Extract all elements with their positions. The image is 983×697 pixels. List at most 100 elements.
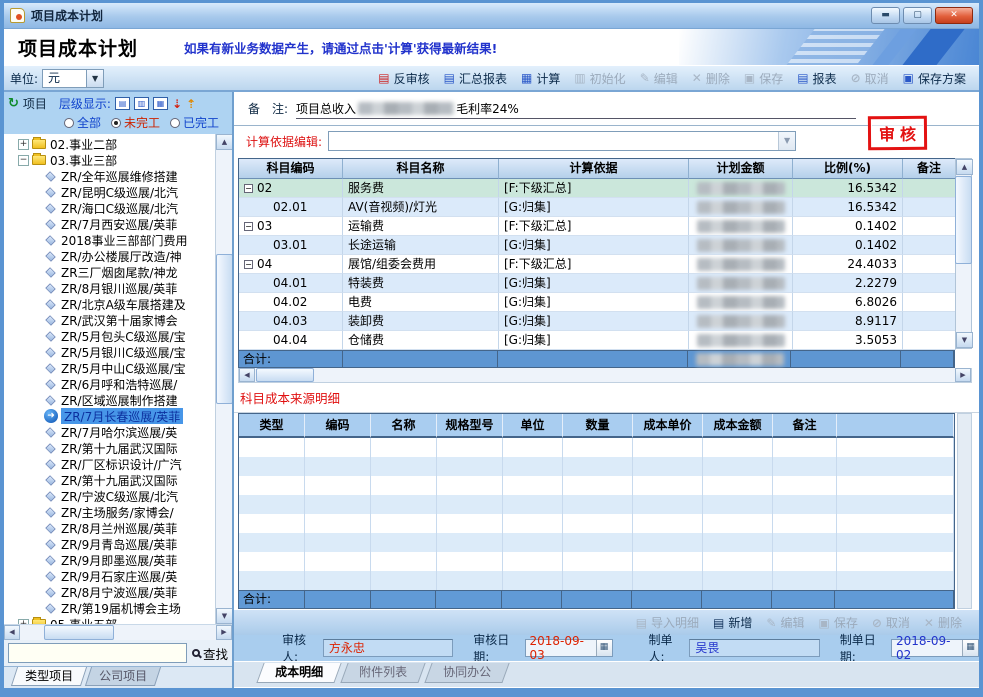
empty-cell[interactable] <box>703 571 773 590</box>
report-button[interactable]: ▤报表 <box>790 68 843 89</box>
tree-folder[interactable]: +02.事业二部 <box>4 136 215 152</box>
empty-cell[interactable] <box>305 438 371 457</box>
tree-item[interactable]: ZR/6月呼和浩特巡展/ <box>4 376 215 392</box>
maximize-button[interactable]: ▢ <box>903 7 932 24</box>
cell-code[interactable]: 04.04 <box>239 331 343 350</box>
close-button[interactable]: ✕ <box>935 7 973 24</box>
empty-cell[interactable] <box>503 457 563 476</box>
scrollbar-thumb[interactable] <box>955 176 972 264</box>
column-header[interactable]: 编码 <box>305 414 371 438</box>
level-view-2-icon[interactable]: ▥ <box>134 97 149 110</box>
empty-cell[interactable] <box>239 476 305 495</box>
collapse-icon[interactable]: − <box>244 184 253 193</box>
calculate-button[interactable]: ▦计算 <box>514 68 567 89</box>
empty-cell[interactable] <box>703 438 773 457</box>
empty-cell[interactable] <box>837 533 954 552</box>
cell-code[interactable]: 02.01 <box>239 198 343 217</box>
column-header[interactable]: 单位 <box>503 414 563 438</box>
empty-cell[interactable] <box>371 552 437 571</box>
empty-cell[interactable] <box>837 457 954 476</box>
search-input[interactable] <box>8 643 187 663</box>
calc-basis-select[interactable]: ▼ <box>328 131 796 151</box>
empty-cell[interactable] <box>563 457 633 476</box>
cell-amount[interactable] <box>689 217 793 236</box>
column-header[interactable]: 类型 <box>239 414 305 438</box>
column-header[interactable]: 名称 <box>371 414 437 438</box>
cell-note[interactable] <box>903 217 956 236</box>
empty-cell[interactable] <box>633 514 703 533</box>
calendar-icon[interactable]: ▦ <box>596 640 612 656</box>
audit-date-field[interactable]: 2018-09-03 ▦ <box>525 639 613 657</box>
search-button[interactable]: 查找 <box>192 644 228 663</box>
empty-cell[interactable] <box>703 533 773 552</box>
empty-cell[interactable] <box>437 476 503 495</box>
cell-ratio[interactable]: 8.9117 <box>793 312 903 331</box>
tree-vertical-scrollbar[interactable]: ▲ ▼ <box>215 134 232 624</box>
empty-cell[interactable] <box>239 495 305 514</box>
empty-cell[interactable] <box>305 571 371 590</box>
empty-cell[interactable] <box>305 457 371 476</box>
empty-cell[interactable] <box>563 571 633 590</box>
tree-item[interactable]: ZR/第十九届武汉国际 <box>4 440 215 456</box>
audit-reverse-button[interactable]: ▤反审核 <box>371 68 436 89</box>
empty-cell[interactable] <box>633 476 703 495</box>
empty-cell[interactable] <box>633 438 703 457</box>
scroll-down-icon[interactable]: ▼ <box>216 608 232 624</box>
tree-item[interactable]: ZR/区域巡展制作搭建 <box>4 392 215 408</box>
column-header[interactable]: 成本金额 <box>703 414 773 438</box>
scroll-down-icon[interactable]: ▼ <box>956 332 973 348</box>
minimize-button[interactable]: ▬ <box>871 7 900 24</box>
empty-cell[interactable] <box>633 552 703 571</box>
tree-item[interactable]: 2018事业三部部门费用 <box>4 232 215 248</box>
cell-amount[interactable] <box>689 198 793 217</box>
cell-ratio[interactable]: 2.2279 <box>793 274 903 293</box>
sort-asc-icon[interactable]: ⇡ <box>186 97 196 111</box>
empty-cell[interactable] <box>563 533 633 552</box>
cell-ratio[interactable]: 6.8026 <box>793 293 903 312</box>
empty-cell[interactable] <box>305 533 371 552</box>
tree-item[interactable]: ZR/9月青岛巡展/英菲 <box>4 536 215 552</box>
expand-icon[interactable]: + <box>18 139 29 150</box>
empty-cell[interactable] <box>371 438 437 457</box>
tree-item[interactable]: ZR/5月包头C级巡展/宝 <box>4 328 215 344</box>
tree-item[interactable]: ZR/全年巡展维修搭建 <box>4 168 215 184</box>
filter-option[interactable]: 已完工 <box>170 114 219 131</box>
tree-horizontal-scrollbar[interactable]: ◀ ▶ <box>4 624 232 640</box>
empty-cell[interactable] <box>503 438 563 457</box>
empty-cell[interactable] <box>773 495 837 514</box>
empty-cell[interactable] <box>703 552 773 571</box>
empty-cell[interactable] <box>837 476 954 495</box>
empty-cell[interactable] <box>371 457 437 476</box>
cell-note[interactable] <box>903 179 956 198</box>
unit-select[interactable]: 元 ▼ <box>42 69 104 88</box>
cell-amount[interactable] <box>689 179 793 198</box>
cell-basis[interactable]: [G:归集] <box>499 293 689 312</box>
chevron-down-icon[interactable]: ▼ <box>778 132 795 150</box>
cell-code[interactable]: 04.01 <box>239 274 343 293</box>
column-header[interactable]: 规格型号 <box>437 414 503 438</box>
empty-cell[interactable] <box>837 438 954 457</box>
tree-item[interactable]: ZR/8月兰州巡展/英菲 <box>4 520 215 536</box>
save-plan-button[interactable]: ▣保存方案 <box>896 68 973 89</box>
tree-item[interactable]: ZR/5月银川C级巡展/宝 <box>4 344 215 360</box>
tree-item[interactable]: ZR/7月西安巡展/英菲 <box>4 216 215 232</box>
empty-cell[interactable] <box>305 476 371 495</box>
empty-cell[interactable] <box>503 533 563 552</box>
column-header[interactable]: 数量 <box>563 414 633 438</box>
empty-cell[interactable] <box>437 438 503 457</box>
cell-code[interactable]: −04 <box>239 255 343 274</box>
empty-cell[interactable] <box>773 457 837 476</box>
empty-cell[interactable] <box>371 533 437 552</box>
cell-code[interactable]: −03 <box>239 217 343 236</box>
add-new-button[interactable]: ▤新增 <box>706 612 759 633</box>
cell-basis[interactable]: [F:下级汇总] <box>499 255 689 274</box>
empty-cell[interactable] <box>633 571 703 590</box>
refresh-icon[interactable]: ↻ <box>8 96 19 111</box>
empty-cell[interactable] <box>371 571 437 590</box>
empty-cell[interactable] <box>371 476 437 495</box>
cell-name[interactable]: 特装费 <box>343 274 499 293</box>
table-horizontal-scrollbar[interactable]: ◀ ▶ <box>238 368 972 383</box>
scroll-up-icon[interactable]: ▲ <box>216 134 232 150</box>
empty-cell[interactable] <box>239 552 305 571</box>
cell-amount[interactable] <box>689 236 793 255</box>
